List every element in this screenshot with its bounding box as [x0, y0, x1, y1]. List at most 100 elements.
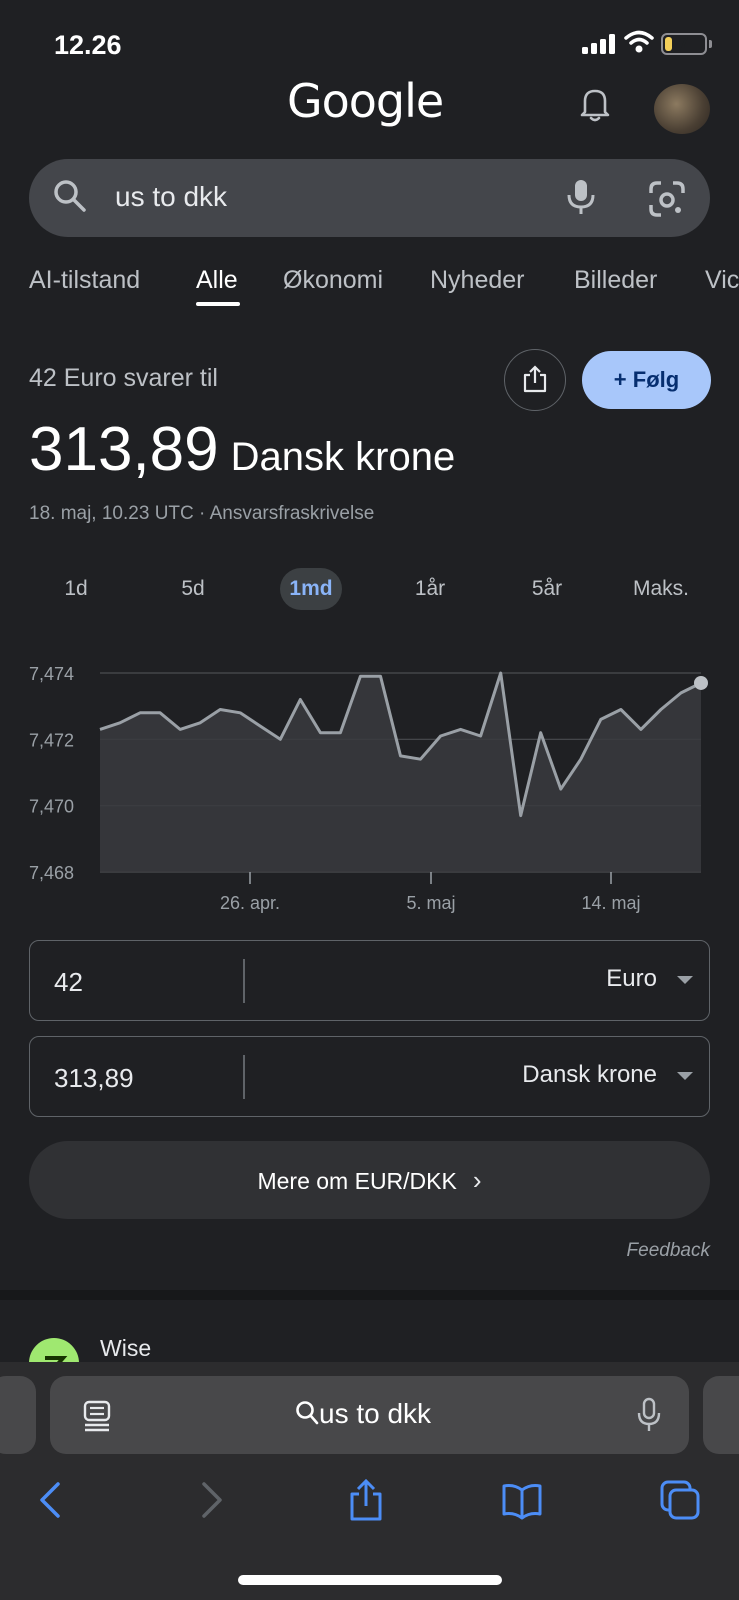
- conversion-label: 42 Euro svarer til: [29, 364, 218, 392]
- chevron-right-icon: ›: [472, 1165, 482, 1195]
- tabs-icon[interactable]: [658, 1478, 702, 1522]
- to-amount-input[interactable]: 313,89: [54, 1063, 134, 1094]
- data-point: [598, 717, 603, 722]
- y-tick-label: 7,472: [29, 730, 74, 750]
- previous-tab-preview[interactable]: [0, 1376, 36, 1454]
- search-icon: [296, 1401, 319, 1425]
- google-logo[interactable]: Google: [287, 74, 444, 128]
- battery-percent: 7: [679, 35, 689, 52]
- from-amount-input[interactable]: 42: [54, 967, 83, 998]
- data-point: [518, 813, 523, 818]
- forward-icon[interactable]: [188, 1478, 232, 1522]
- result-title[interactable]: Wise: [100, 1335, 151, 1362]
- range-max[interactable]: Maks.: [626, 568, 696, 610]
- address-text[interactable]: us to dkk: [295, 1398, 431, 1430]
- data-point: [358, 674, 363, 679]
- x-tick-label: 26. apr.: [220, 893, 280, 913]
- to-amount-field[interactable]: 313,89 Dansk krone: [29, 1036, 710, 1117]
- range-1d[interactable]: 1d: [56, 568, 96, 610]
- share-button[interactable]: [504, 349, 566, 411]
- data-point: [498, 671, 503, 676]
- conversion-amount: 313,89: [29, 415, 219, 484]
- follow-button[interactable]: + Følg: [582, 351, 711, 409]
- field-divider: [243, 1055, 245, 1099]
- data-point: [238, 710, 243, 715]
- chevron-down-icon: [677, 976, 693, 984]
- status-time: 12.26: [54, 30, 122, 60]
- section-divider: [0, 1290, 739, 1300]
- data-point: [618, 707, 623, 712]
- battery-cap: [709, 40, 712, 48]
- data-point: [578, 757, 583, 762]
- feedback-link[interactable]: Feedback: [627, 1240, 710, 1262]
- active-tab-indicator: [196, 302, 240, 306]
- area-fill: [100, 673, 701, 872]
- data-point: [138, 710, 143, 715]
- mic-icon[interactable]: [636, 1397, 662, 1433]
- tab-images[interactable]: Billeder: [574, 266, 657, 295]
- data-point: [198, 720, 203, 725]
- data-point: [658, 707, 663, 712]
- tab-all[interactable]: Alle: [196, 266, 238, 295]
- search-icon: [54, 180, 86, 212]
- status-bar: 12.26 7: [0, 0, 739, 80]
- data-point: [298, 697, 303, 702]
- data-point: [178, 727, 183, 732]
- y-tick-label: 7,468: [29, 863, 74, 883]
- signal-icon: [582, 34, 615, 54]
- range-1md[interactable]: 1md: [280, 568, 342, 610]
- data-point: [478, 734, 483, 739]
- current-point: [694, 675, 708, 690]
- more-about-button[interactable]: Mere om EUR/DKK ›: [29, 1141, 710, 1219]
- data-point: [218, 707, 223, 712]
- lens-icon[interactable]: [648, 180, 686, 218]
- data-point: [338, 730, 343, 735]
- wifi-icon: [624, 30, 654, 53]
- bell-icon[interactable]: [578, 86, 612, 122]
- to-currency-select[interactable]: Dansk krone: [522, 1061, 657, 1089]
- from-amount-field[interactable]: 42 Euro: [29, 940, 710, 1021]
- tab-videos[interactable]: Vic: [705, 266, 739, 295]
- data-point: [418, 757, 423, 762]
- data-point: [558, 787, 563, 792]
- avatar[interactable]: [654, 84, 710, 134]
- data-point: [258, 724, 263, 729]
- conversion-currency: Dansk krone: [230, 435, 456, 479]
- data-point: [438, 734, 443, 739]
- battery-icon: 7: [661, 33, 707, 55]
- y-tick-label: 7,470: [29, 797, 74, 817]
- back-icon[interactable]: [30, 1478, 74, 1522]
- tab-finance[interactable]: Økonomi: [283, 266, 383, 295]
- data-point: [638, 727, 643, 732]
- conversion-result: 313,89 Dansk krone: [29, 414, 455, 485]
- mic-icon[interactable]: [566, 178, 596, 216]
- range-5d[interactable]: 5d: [173, 568, 213, 610]
- search-query[interactable]: us to dkk: [115, 181, 227, 213]
- data-point: [538, 730, 543, 735]
- range-selector: 1d 5d 1md 1år 5år Maks.: [0, 568, 739, 612]
- address-query: us to dkk: [319, 1398, 432, 1429]
- exchange-rate-chart[interactable]: 7,474 7,472 7,470 7,468 26. apr. 5. maj 14. ma…: [0, 640, 739, 920]
- range-1ar[interactable]: 1år: [405, 568, 455, 610]
- data-point: [378, 674, 383, 679]
- x-tick-label: 5. maj: [406, 893, 455, 913]
- home-indicator: [238, 1575, 502, 1585]
- search-tabs: AI-tilstand Alle Økonomi Nyheder Billede…: [0, 260, 739, 310]
- share-icon[interactable]: [344, 1478, 388, 1522]
- chevron-down-icon: [677, 1072, 693, 1080]
- tab-news[interactable]: Nyheder: [430, 266, 525, 295]
- next-tab-preview[interactable]: [703, 1376, 739, 1454]
- data-point: [158, 710, 163, 715]
- conversion-timestamp[interactable]: 18. maj, 10.23 UTC · Ansvarsfraskrivelse: [29, 503, 374, 525]
- data-point: [398, 753, 403, 758]
- from-currency-select[interactable]: Euro: [606, 965, 657, 993]
- tab-ai-mode[interactable]: AI-tilstand: [29, 266, 140, 295]
- y-tick-label: 7,474: [29, 664, 74, 684]
- reader-icon[interactable]: [82, 1400, 112, 1432]
- data-point: [678, 690, 683, 695]
- data-point: [118, 720, 123, 725]
- bookmarks-icon[interactable]: [500, 1478, 544, 1522]
- data-point: [278, 737, 283, 742]
- range-5ar[interactable]: 5år: [522, 568, 572, 610]
- x-tick-label: 14. maj: [581, 893, 640, 913]
